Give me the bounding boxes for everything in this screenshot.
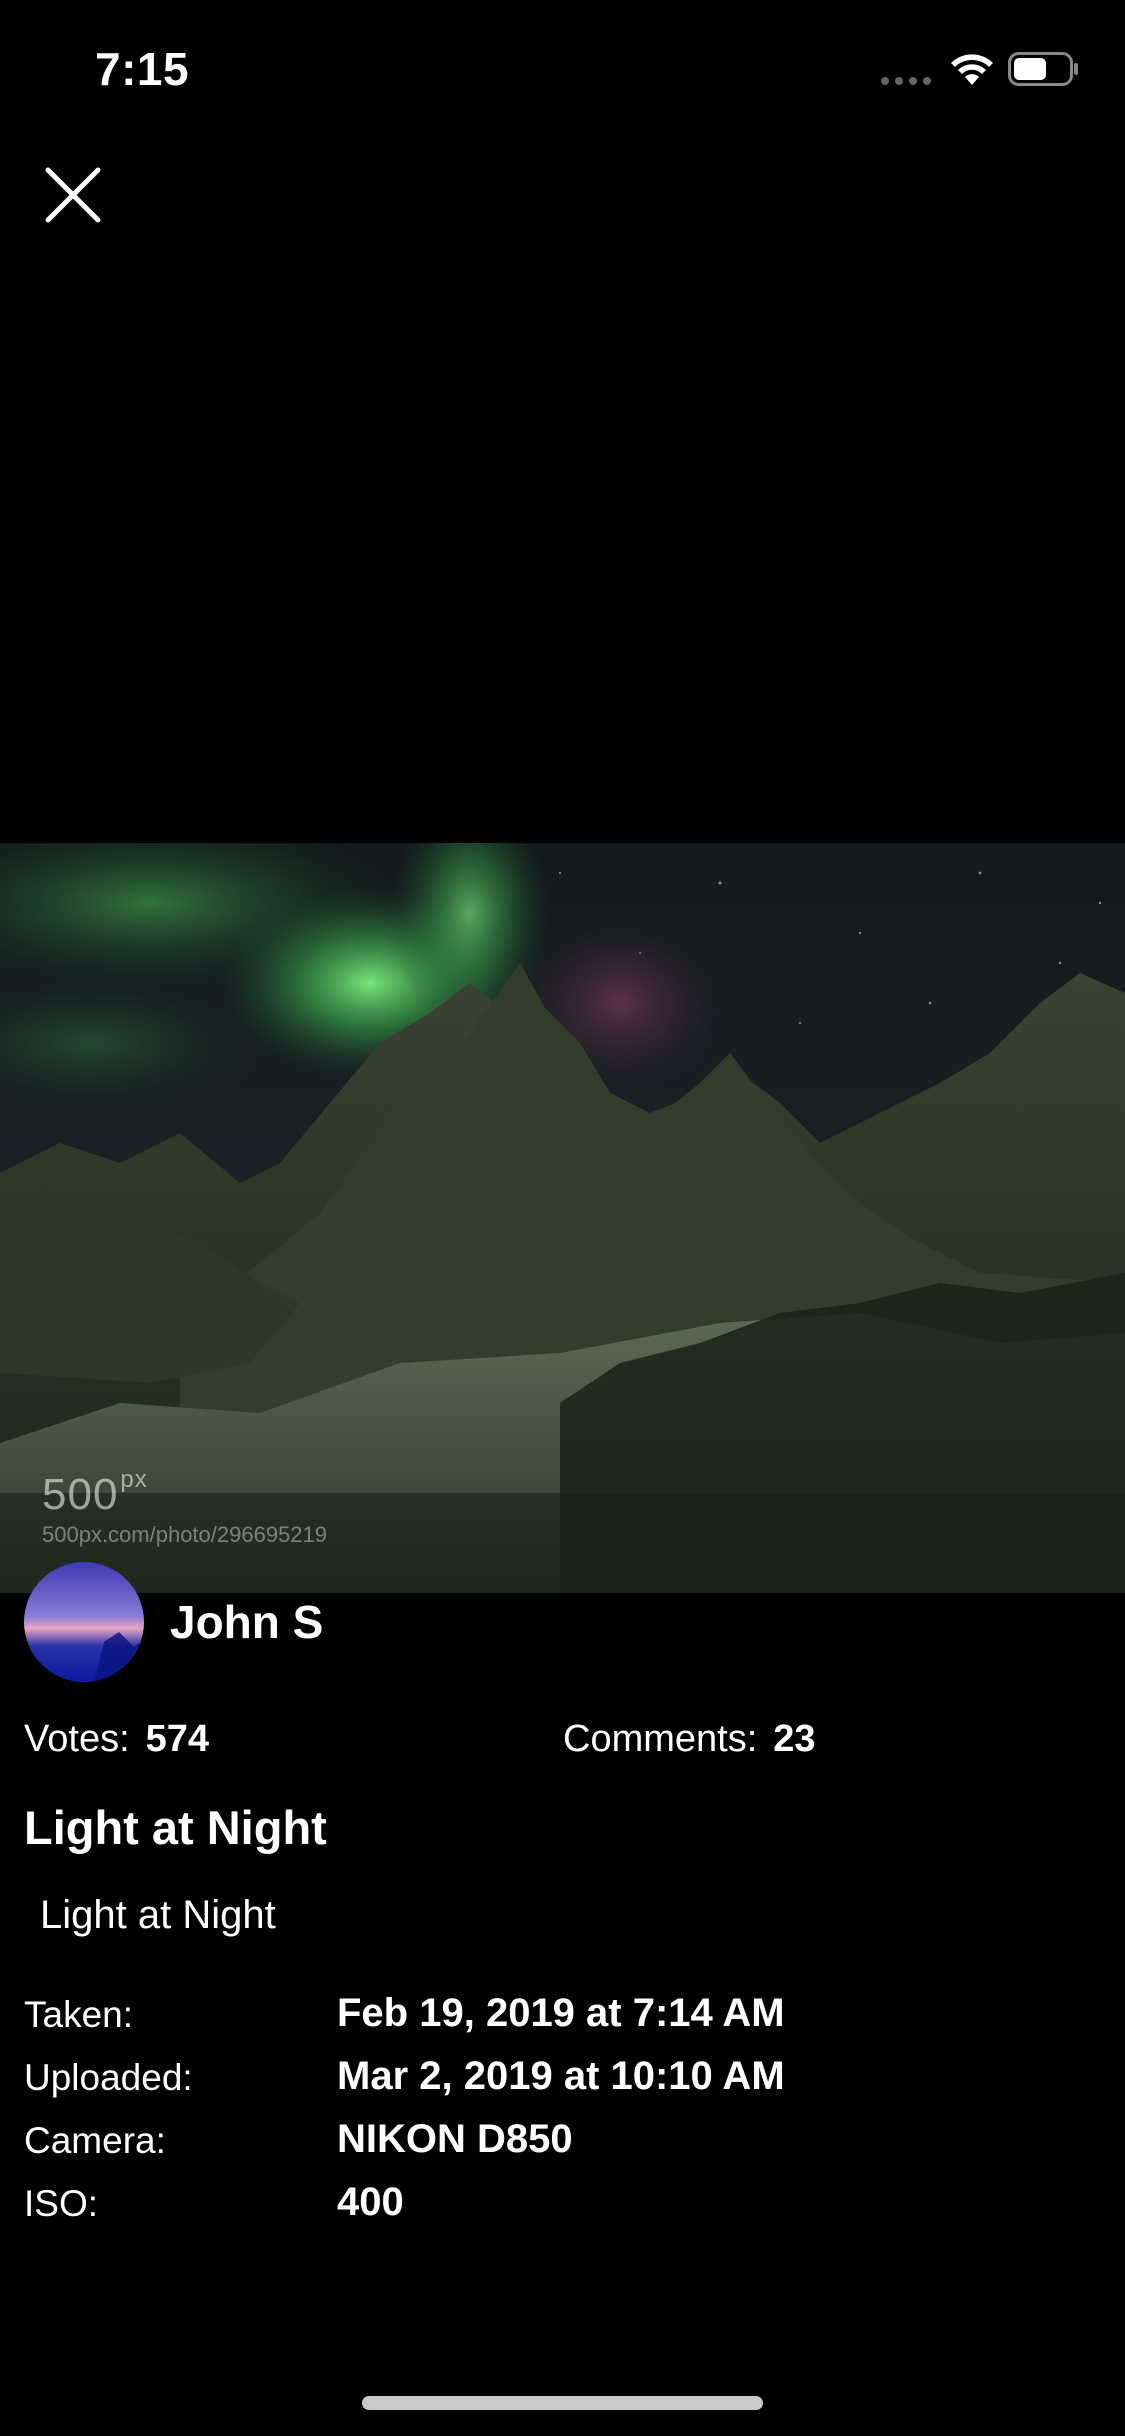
watermark-logo: 500px: [42, 1466, 148, 1519]
votes-stat: Votes: 574: [24, 1718, 209, 1761]
photo-title: Light at Night: [24, 1801, 327, 1854]
camera-label: Camera:: [24, 2120, 166, 2161]
aurora-mountain-photo: [0, 843, 1125, 1593]
author-name[interactable]: John S: [170, 1595, 323, 1649]
wifi-icon: [951, 54, 993, 85]
watermark-url: 500px.com/photo/296695219: [42, 1522, 328, 1547]
close-button[interactable]: [36, 158, 110, 232]
comments-stat[interactable]: Comments: 23: [563, 1718, 816, 1761]
avatar[interactable]: [24, 1562, 144, 1682]
cellular-signal-icon: [881, 77, 931, 85]
camera-value: NIKON D850: [337, 2117, 573, 2161]
iso-value: 400: [337, 2180, 404, 2224]
uploaded-value: Mar 2, 2019 at 10:10 AM: [337, 2054, 785, 2098]
close-icon: [45, 167, 101, 223]
comments-label: Comments:: [563, 1718, 758, 1760]
status-bar: 7:15: [0, 0, 1125, 132]
author-row[interactable]: John S: [24, 1562, 323, 1682]
home-indicator[interactable]: [362, 2396, 763, 2410]
uploaded-label: Uploaded:: [24, 2057, 193, 2098]
comments-value: 23: [773, 1718, 816, 1760]
taken-value: Feb 19, 2019 at 7:14 AM: [337, 1991, 785, 2035]
iso-label: ISO:: [24, 2183, 99, 2224]
battery-icon: [1008, 52, 1078, 86]
status-time: 7:15: [95, 43, 190, 95]
avatar-image: [24, 1562, 144, 1682]
taken-label: Taken:: [24, 1994, 134, 2035]
photo-image[interactable]: [0, 843, 1125, 1593]
photo-description: Light at Night: [40, 1893, 276, 1937]
votes-value: 574: [145, 1718, 210, 1760]
votes-label: Votes:: [24, 1718, 130, 1760]
